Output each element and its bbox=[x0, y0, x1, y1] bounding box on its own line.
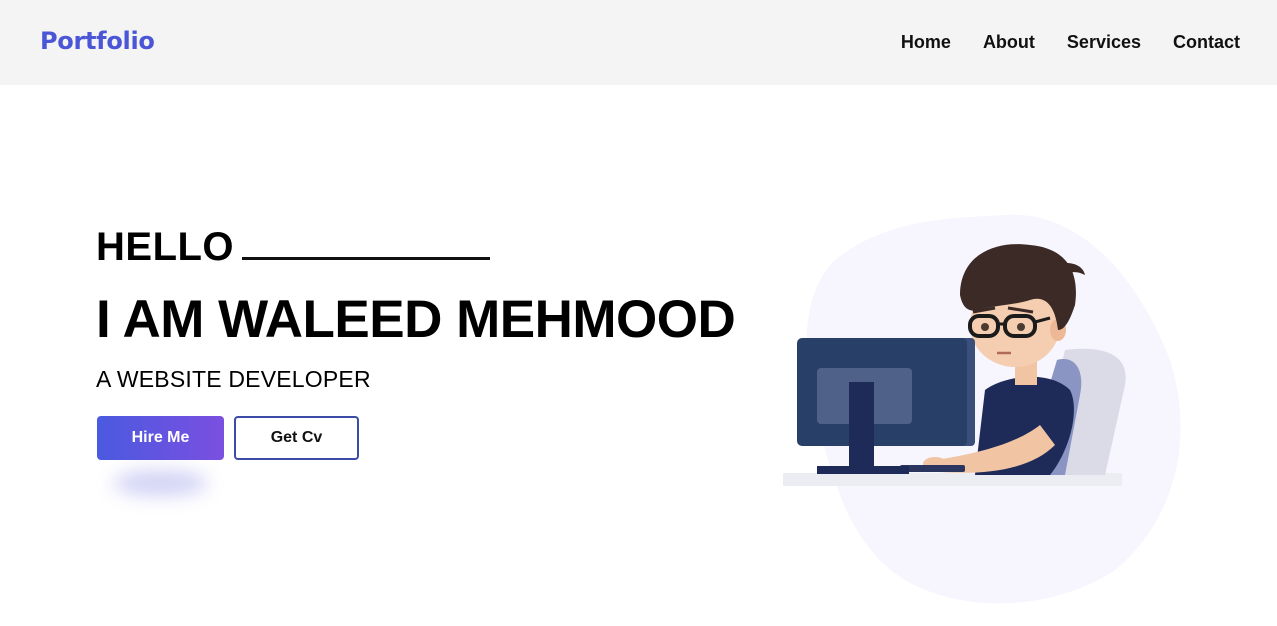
hire-me-button[interactable]: Hire Me bbox=[97, 416, 224, 460]
eye-left bbox=[981, 323, 989, 331]
monitor-stand bbox=[849, 382, 874, 470]
nav-links: Home About Services Contact bbox=[901, 32, 1240, 53]
navbar: Portfolio Home About Services Contact bbox=[0, 0, 1277, 85]
hero-subtitle: A WEBSITE DEVELOPER bbox=[96, 366, 371, 392]
nav-link-services[interactable]: Services bbox=[1067, 32, 1141, 53]
keyboard bbox=[900, 465, 965, 472]
nav-link-contact[interactable]: Contact bbox=[1173, 32, 1240, 53]
developer-illustration bbox=[783, 214, 1181, 604]
hero-section: HELLO I AM WALEED MEHMOOD A WEBSITE DEVE… bbox=[96, 226, 736, 393]
hello-text: HELLO bbox=[96, 225, 235, 269]
eye-right bbox=[1017, 323, 1025, 331]
hello-underline bbox=[242, 257, 491, 260]
hello-heading: HELLO bbox=[96, 226, 735, 268]
hero-name: I AM WALEED MEHMOOD bbox=[96, 290, 736, 349]
nav-link-home[interactable]: Home bbox=[901, 32, 951, 53]
logo[interactable]: Portfolio bbox=[40, 27, 155, 55]
monitor-base bbox=[817, 466, 909, 474]
get-cv-button[interactable]: Get Cv bbox=[234, 416, 359, 460]
nav-link-about[interactable]: About bbox=[983, 32, 1035, 53]
hero-buttons: Hire Me Get Cv bbox=[97, 416, 359, 460]
hire-button-shadow bbox=[113, 470, 208, 496]
